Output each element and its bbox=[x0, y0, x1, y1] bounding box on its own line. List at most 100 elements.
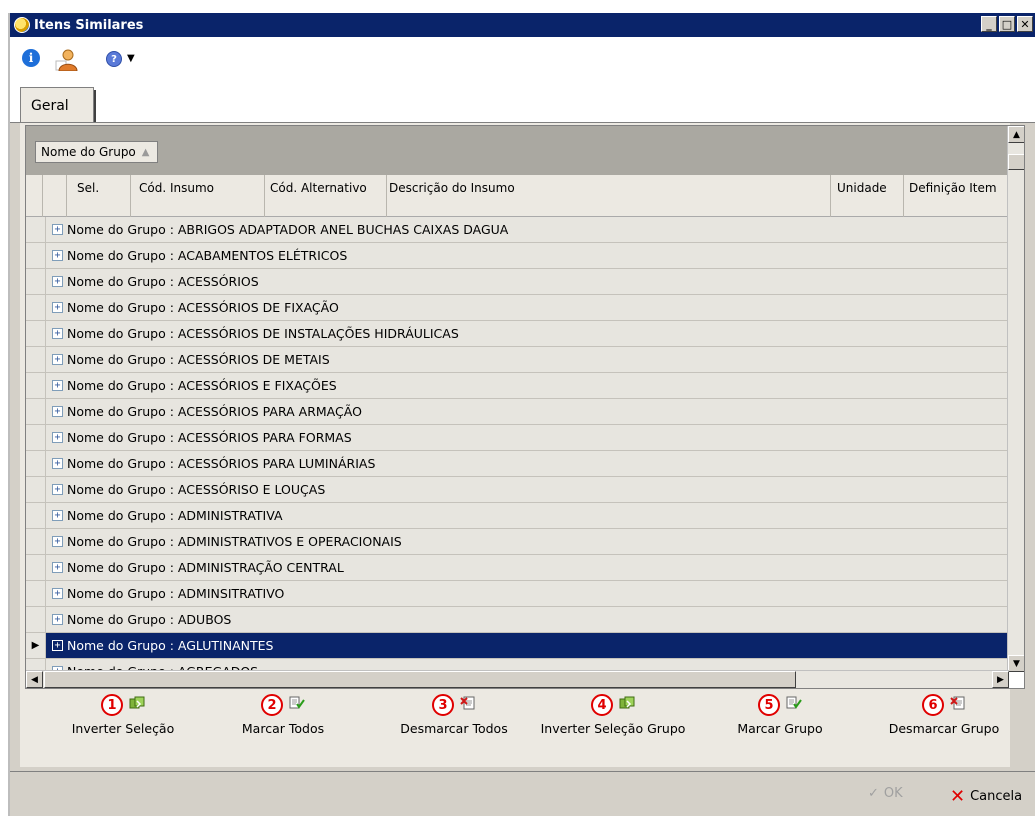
scroll-left-button[interactable]: ◀ bbox=[26, 671, 43, 688]
action-button-4[interactable]: 4 Inverter Seleção Grupo bbox=[528, 689, 698, 765]
column-header-descricao[interactable]: Descrição do Insumo bbox=[386, 175, 830, 217]
table-row[interactable]: ▶ + Nome do Grupo : AGLUTINANTES bbox=[26, 633, 1008, 659]
column-header-unidade[interactable]: Unidade bbox=[830, 175, 903, 217]
group-row-label: Nome do Grupo : ADUBOS bbox=[67, 612, 232, 627]
column-header-sel[interactable]: Sel. bbox=[66, 175, 130, 217]
vertical-scrollbar[interactable]: ▲ ▼ bbox=[1007, 126, 1024, 672]
expand-icon[interactable]: + bbox=[52, 354, 63, 365]
vertical-scroll-thumb[interactable] bbox=[1008, 154, 1024, 170]
group-by-chip[interactable]: Nome do Grupo ▲ bbox=[35, 141, 159, 163]
group-rows: + Nome do Grupo : ABRIGOS ADAPTADOR ANEL … bbox=[26, 217, 1008, 685]
data-grid: Nome do Grupo ▲ Sel. Cód. Insumo Cód. Al… bbox=[25, 125, 1025, 689]
action-label: Inverter Seleção Grupo bbox=[540, 721, 686, 736]
horizontal-scroll-thumb[interactable] bbox=[44, 671, 796, 688]
row-indicator bbox=[26, 217, 46, 242]
column-header-cod-insumo[interactable]: Cód. Insumo bbox=[130, 175, 264, 217]
column-header-definicao-item[interactable]: Definição Item bbox=[903, 175, 1008, 217]
table-row[interactable]: + Nome do Grupo : ACESSÓRIOS bbox=[26, 269, 1008, 295]
app-logo-icon bbox=[14, 17, 30, 33]
tab-geral[interactable]: Geral bbox=[20, 87, 96, 124]
row-indicator bbox=[26, 269, 46, 294]
group-row-label: Nome do Grupo : ADMINISTRAÇÃO CENTRAL bbox=[67, 560, 344, 575]
group-row-label: Nome do Grupo : ACESSÓRIOS PARA LUMINÁRI… bbox=[67, 456, 376, 471]
scroll-up-button[interactable]: ▲ bbox=[1008, 126, 1024, 143]
cancel-button[interactable]: ✕ Cancela bbox=[950, 786, 1022, 807]
table-row[interactable]: + Nome do Grupo : ACABAMENTOS ELÉTRICOS bbox=[26, 243, 1008, 269]
ok-button[interactable]: ✓ OK bbox=[868, 786, 903, 801]
expand-icon[interactable]: + bbox=[52, 484, 63, 495]
table-row[interactable]: + Nome do Grupo : ACESSÓRIOS DE FIXAÇÃO bbox=[26, 295, 1008, 321]
table-row[interactable]: + Nome do Grupo : ADMINISTRAÇÃO CENTRAL bbox=[26, 555, 1008, 581]
scroll-down-button[interactable]: ▼ bbox=[1008, 655, 1024, 672]
expand-icon[interactable]: + bbox=[52, 562, 63, 573]
row-indicator: ▶ bbox=[26, 633, 46, 658]
table-row[interactable]: + Nome do Grupo : ABRIGOS ADAPTADOR ANEL … bbox=[26, 217, 1008, 243]
help-icon[interactable]: ? bbox=[106, 51, 122, 67]
expand-icon[interactable]: + bbox=[52, 276, 63, 287]
sort-asc-icon: ▲ bbox=[141, 146, 150, 158]
uncheck-all-icon bbox=[950, 696, 966, 714]
user-icon[interactable] bbox=[54, 47, 78, 71]
scroll-right-button[interactable]: ▶ bbox=[992, 671, 1009, 688]
check-icon: ✓ bbox=[868, 786, 879, 801]
action-button-1[interactable]: 1 Inverter Seleção bbox=[60, 689, 186, 765]
annotation-number: 5 bbox=[758, 694, 780, 716]
table-row[interactable]: + Nome do Grupo : ACESSÓRIOS DE INSTALAÇÕ… bbox=[26, 321, 1008, 347]
expand-icon[interactable]: + bbox=[52, 432, 63, 443]
invert-selection-icon bbox=[619, 696, 635, 714]
action-button-5[interactable]: 5 Marcar Grupo bbox=[730, 689, 830, 765]
action-label: Inverter Seleção bbox=[71, 721, 175, 736]
group-row-label: Nome do Grupo : ACESSÓRIOS DE FIXAÇÃO bbox=[67, 300, 339, 315]
minimize-button[interactable]: _ bbox=[981, 16, 997, 32]
row-indicator bbox=[26, 373, 46, 398]
title-bar[interactable]: Itens Similares _ □ ✕ bbox=[10, 13, 1035, 37]
horizontal-scrollbar[interactable]: ◀ ▶ bbox=[26, 670, 1009, 688]
group-row-label: Nome do Grupo : ACESSÓRIOS PARA FORMAS bbox=[67, 430, 352, 445]
table-row[interactable]: + Nome do Grupo : ACESSÓRIOS DE METAIS bbox=[26, 347, 1008, 373]
table-row[interactable]: + Nome do Grupo : ACESSÓRISO E LOUÇAS bbox=[26, 477, 1008, 503]
chevron-down-icon[interactable]: ▼ bbox=[127, 53, 135, 64]
table-row[interactable]: + Nome do Grupo : ADMINISTRATIVA bbox=[26, 503, 1008, 529]
expand-icon[interactable]: + bbox=[52, 328, 63, 339]
uncheck-all-icon bbox=[460, 696, 476, 714]
expand-icon[interactable]: + bbox=[52, 614, 63, 625]
close-icon: ✕ bbox=[950, 786, 966, 807]
close-button[interactable]: ✕ bbox=[1017, 16, 1033, 32]
annotation-number: 1 bbox=[101, 694, 123, 716]
expand-icon[interactable]: + bbox=[52, 302, 63, 313]
info-icon[interactable]: i bbox=[22, 49, 40, 67]
table-row[interactable]: + Nome do Grupo : ACESSÓRIOS PARA FORMAS bbox=[26, 425, 1008, 451]
action-button-6[interactable]: 6 Desmarcar Grupo bbox=[878, 689, 1010, 765]
expand-icon[interactable]: + bbox=[52, 588, 63, 599]
expand-icon[interactable]: + bbox=[52, 458, 63, 469]
expand-icon[interactable]: + bbox=[52, 250, 63, 261]
action-label: Marcar Grupo bbox=[737, 721, 823, 736]
table-row[interactable]: + Nome do Grupo : ADMINSITRATIVO bbox=[26, 581, 1008, 607]
expand-icon[interactable]: + bbox=[52, 536, 63, 547]
annotation-number: 6 bbox=[922, 694, 944, 716]
expand-icon[interactable]: + bbox=[52, 380, 63, 391]
table-row[interactable]: + Nome do Grupo : ACESSÓRIOS PARA LUMINÁR… bbox=[26, 451, 1008, 477]
action-button-3[interactable]: 3 Desmarcar Todos bbox=[392, 689, 516, 765]
expand-icon[interactable]: + bbox=[52, 510, 63, 521]
action-button-2[interactable]: 2 Marcar Todos bbox=[228, 689, 338, 765]
annotation-number: 2 bbox=[261, 694, 283, 716]
table-row[interactable]: + Nome do Grupo : ACESSÓRIOS E FIXAÇÕES bbox=[26, 373, 1008, 399]
group-row-label: Nome do Grupo : ACESSÓRIOS DE METAIS bbox=[67, 352, 330, 367]
maximize-button[interactable]: □ bbox=[999, 16, 1015, 32]
column-header-cod-alternativo[interactable]: Cód. Alternativo bbox=[264, 175, 386, 217]
table-row[interactable]: + Nome do Grupo : ADMINISTRATIVOS E OPERA… bbox=[26, 529, 1008, 555]
expand-icon[interactable]: + bbox=[52, 224, 63, 235]
row-indicator bbox=[26, 243, 46, 268]
column-headers: Sel. Cód. Insumo Cód. Alternativo Descri… bbox=[26, 175, 1008, 217]
expand-icon[interactable]: + bbox=[52, 406, 63, 417]
tab-content: Nome do Grupo ▲ Sel. Cód. Insumo Cód. Al… bbox=[20, 123, 1025, 767]
annotation-number: 3 bbox=[432, 694, 454, 716]
table-row[interactable]: + Nome do Grupo : ADUBOS bbox=[26, 607, 1008, 633]
group-by-panel: Nome do Grupo ▲ bbox=[26, 126, 1008, 175]
ok-label: OK bbox=[883, 786, 903, 801]
group-row-label: Nome do Grupo : ACESSÓRIOS DE INSTALAÇÕE… bbox=[67, 326, 459, 341]
expand-icon[interactable]: + bbox=[52, 640, 63, 651]
group-row-label: Nome do Grupo : ACESSÓRIOS PARA ARMAÇÃO bbox=[67, 404, 362, 419]
table-row[interactable]: + Nome do Grupo : ACESSÓRIOS PARA ARMAÇÃO bbox=[26, 399, 1008, 425]
